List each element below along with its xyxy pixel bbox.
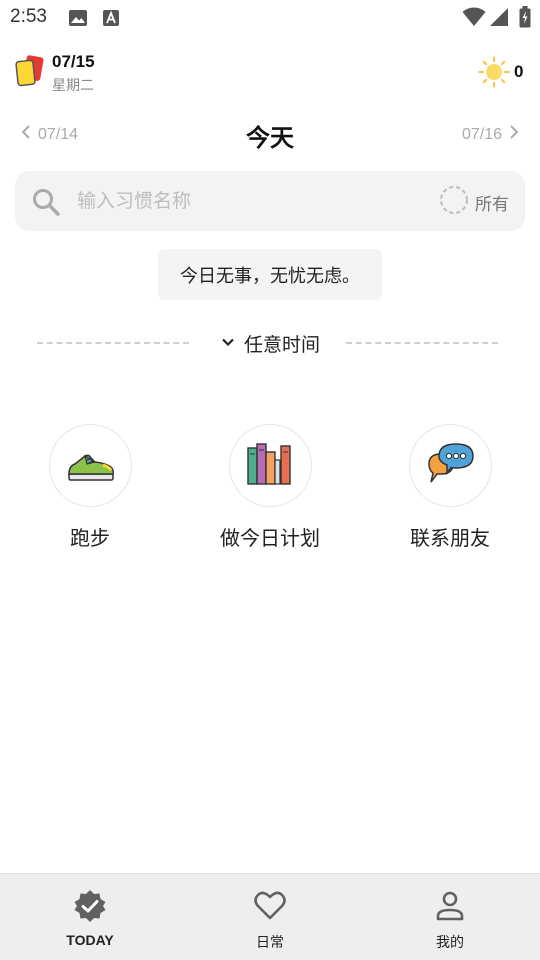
badge-check-icon — [72, 888, 108, 924]
habit-item-contact-friends[interactable]: 联系朋友 — [360, 424, 540, 564]
filter-button[interactable]: 所有 — [439, 185, 509, 219]
bottom-navigation: TODAY 日常 我的 — [0, 873, 540, 960]
header-weekday: 星期二 — [52, 78, 94, 94]
image-icon — [68, 8, 88, 32]
section-anytime: 任意时间 — [0, 326, 540, 362]
nav-label-routine: 日常 — [256, 935, 284, 951]
header: 07/15 星期二 0 — [0, 44, 540, 104]
filter-label: 所有 — [475, 194, 509, 215]
search-input[interactable] — [77, 185, 417, 217]
day-navigation: 07/14 今天 07/16 — [0, 112, 540, 158]
status-time: 2:53 — [10, 6, 47, 27]
search-box: 所有 — [15, 171, 525, 231]
battery-icon — [519, 6, 531, 32]
search-icon — [31, 187, 61, 221]
nav-tab-routine[interactable]: 日常 — [180, 874, 360, 960]
chevron-down-icon — [220, 334, 236, 354]
empty-day-tip: 今日无事，无忧无虑。 — [158, 249, 382, 300]
divider-right — [346, 342, 498, 344]
signal-icon — [489, 7, 509, 31]
wifi-icon — [462, 7, 486, 31]
chat-bubbles-icon — [425, 442, 477, 490]
habit-icon-circle — [49, 424, 132, 507]
next-day-button[interactable]: 07/16 — [462, 124, 520, 145]
nav-label-today: TODAY — [66, 932, 114, 948]
habit-label: 做今日计划 — [220, 526, 320, 550]
section-label: 任意时间 — [243, 334, 320, 356]
day-title: 今天 — [246, 124, 294, 152]
habit-icon-circle — [229, 424, 312, 507]
habit-label: 联系朋友 — [410, 526, 490, 550]
habit-item-plan[interactable]: 做今日计划 — [180, 424, 360, 564]
chevron-right-icon — [508, 124, 520, 145]
nav-tab-today[interactable]: TODAY — [0, 874, 180, 960]
a-icon — [102, 8, 120, 32]
next-day-label: 07/16 — [461, 125, 502, 143]
user-icon — [432, 888, 468, 924]
calendar-cards-icon[interactable] — [14, 54, 46, 92]
sun-icon[interactable] — [478, 56, 510, 92]
nav-tab-profile[interactable]: 我的 — [360, 874, 540, 960]
nav-label-profile: 我的 — [436, 935, 464, 951]
habit-icon-circle — [409, 424, 492, 507]
sneaker-icon — [65, 446, 117, 486]
dashed-circle-icon — [439, 185, 469, 219]
status-bar: 2:53 — [0, 0, 540, 36]
books-icon — [245, 442, 297, 490]
header-date[interactable]: 07/15 — [52, 52, 95, 72]
habit-item-running[interactable]: 跑步 — [0, 424, 180, 564]
heart-icon — [252, 888, 288, 924]
habit-label: 跑步 — [70, 526, 110, 550]
points-count: 0 — [514, 62, 524, 81]
